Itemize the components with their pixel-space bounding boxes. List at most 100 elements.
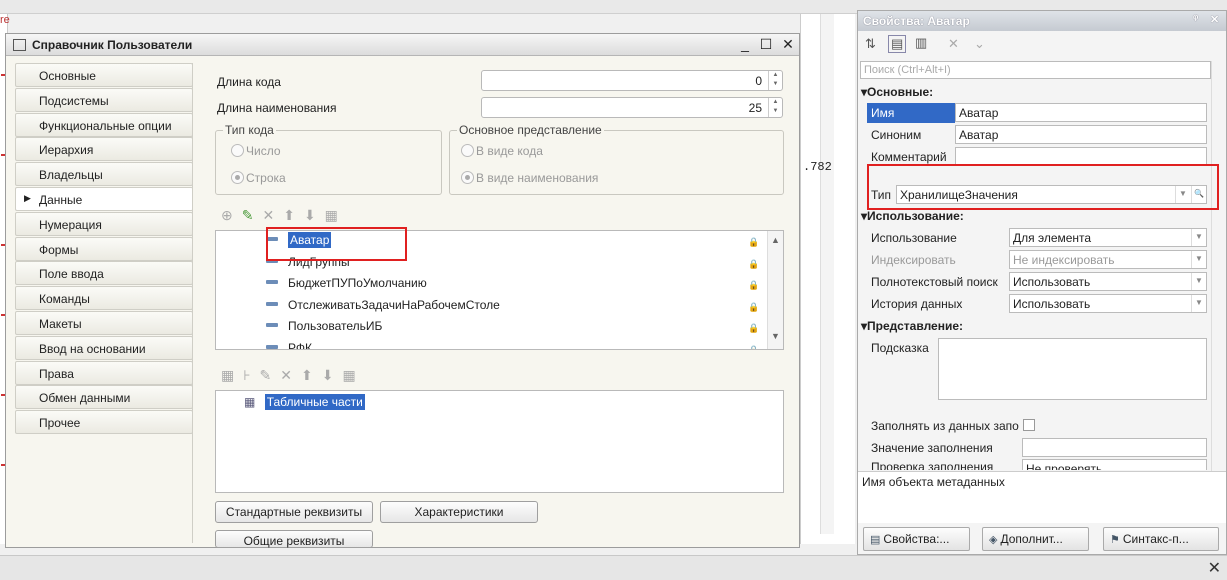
attribute-icon <box>266 301 278 306</box>
hint-label: Подсказка <box>871 341 929 355</box>
edit-icon[interactable]: ✎ <box>242 207 263 223</box>
sort-icon[interactable]: ▦ <box>325 207 347 223</box>
fill-from-checkbox[interactable] <box>1023 419 1035 431</box>
sidebar-item[interactable]: Формы <box>15 236 193 261</box>
table-icon <box>13 39 26 51</box>
usage-select[interactable]: Для элемента ▼ <box>1009 228 1207 247</box>
sidebar-item-label: Функциональные опции <box>39 118 172 133</box>
sidebar-item[interactable]: Иерархия <box>15 137 193 162</box>
close-icon[interactable]: ✕ <box>1210 13 1219 26</box>
sidebar-item[interactable]: Основные <box>15 63 193 87</box>
sidebar-item[interactable]: Права <box>15 360 193 385</box>
name-field[interactable]: Аватар <box>955 103 1207 122</box>
filter-icon[interactable]: ▥ <box>915 35 927 51</box>
tab-syntax[interactable]: ⚑ Синтакс-п... <box>1103 527 1219 551</box>
sidebar-item[interactable]: Макеты <box>15 310 193 335</box>
radio-by-code[interactable]: В виде кода <box>461 144 543 158</box>
properties-scrollbar[interactable] <box>1211 61 1226 509</box>
tab-additional[interactable]: ◈ Дополнит... <box>982 527 1089 551</box>
sidebar-divider <box>192 63 193 543</box>
categories-icon[interactable]: ▤ <box>888 35 907 53</box>
radio-string[interactable]: Строка <box>231 171 286 185</box>
sidebar-item[interactable]: Нумерация <box>15 211 193 236</box>
close-icon[interactable]: ✕ <box>1208 558 1221 578</box>
fulltext-select[interactable]: Использовать ▼ <box>1009 272 1207 291</box>
tabular-tree[interactable]: ▦ Табличные части <box>215 390 784 493</box>
add-column-icon[interactable]: ⊦ <box>243 367 259 383</box>
synonym-field[interactable]: Аватар <box>955 125 1207 144</box>
sidebar-item[interactable]: Функциональные опции <box>15 112 193 137</box>
sidebar-item-label: Основные <box>39 69 96 83</box>
sidebar-item-label: Формы <box>39 242 79 257</box>
add-icon[interactable]: ⊕ <box>221 207 242 223</box>
common-attributes-button[interactable]: Общие реквизиты <box>215 530 373 548</box>
history-select[interactable]: Использовать ▼ <box>1009 294 1207 313</box>
name-label: Имя <box>871 106 895 120</box>
move-down-icon[interactable]: ⬇ <box>304 207 325 223</box>
lock-icon: 🔒 <box>748 323 760 333</box>
move-up-icon[interactable]: ⬆ <box>301 367 322 383</box>
fill-check-select[interactable]: Не проверять <box>1022 459 1207 470</box>
radio-by-name[interactable]: В виде наименования <box>461 171 598 185</box>
fill-value-field[interactable] <box>1022 438 1207 457</box>
attribute-row[interactable]: ОтслеживатьЗадачиНаРабочемСтоле <box>266 298 500 318</box>
delete-icon[interactable]: ✕ <box>280 367 301 383</box>
sidebar-item[interactable]: ▶ Данные <box>15 186 193 211</box>
move-down-icon[interactable]: ⬇ <box>322 367 343 383</box>
edit-icon[interactable]: ✎ <box>260 367 281 383</box>
add-table-icon[interactable]: ▦ <box>221 367 243 383</box>
section-basic[interactable]: ▾Основные: <box>861 85 933 99</box>
close-button[interactable]: ✕ <box>779 36 797 53</box>
editor-scrollbar[interactable] <box>820 14 834 534</box>
code-length-field[interactable]: 0 ▲ ▼ <box>481 70 783 91</box>
sort-icon[interactable]: ▦ <box>342 367 364 383</box>
maximize-button[interactable]: ☐ <box>757 36 775 53</box>
sidebar-item-label: Обмен данными <box>39 391 131 406</box>
section-repr[interactable]: ▾Представление: <box>861 319 963 333</box>
minimize-button[interactable]: _ <box>736 36 754 52</box>
move-up-icon[interactable]: ⬆ <box>283 207 304 223</box>
sidebar-item-label: Подсистемы <box>39 93 109 108</box>
attribute-row[interactable]: БюджетПУПоУмолчанию <box>266 276 427 296</box>
bottom-bar: ✕ <box>0 555 1227 580</box>
attribute-label: РФК <box>288 340 312 350</box>
properties-panel: Свойства: Аватар ᵠ ✕ ⇅ ▤ ▥ ✕ ⌄ Поиск (Ct… <box>857 10 1227 555</box>
window-titlebar[interactable]: Справочник Пользователи _ ☐ ✕ <box>6 34 799 56</box>
characteristics-button[interactable]: Характеристики <box>380 501 538 523</box>
section-usage[interactable]: ▾Использование: <box>861 209 964 223</box>
attribute-label: ОтслеживатьЗадачиНаРабочемСтоле <box>288 297 500 312</box>
sidebar-item[interactable]: Поле ввода <box>15 261 193 286</box>
attribute-label: БюджетПУПоУмолчанию <box>288 276 427 290</box>
clear-icon[interactable]: ✕ <box>948 36 959 52</box>
pin-icon[interactable]: ᵠ <box>1193 13 1198 25</box>
radio-number[interactable]: Число <box>231 144 281 158</box>
properties-search[interactable]: Поиск (Ctrl+Alt+I) <box>860 61 1211 79</box>
attribute-row[interactable]: ПользовательИБ <box>266 319 382 339</box>
spin-icon[interactable]: ▲ ▼ <box>768 98 782 117</box>
sidebar-item[interactable]: Владельцы <box>15 162 193 187</box>
sidebar-item[interactable]: Прочее <box>15 410 193 435</box>
sort-alpha-icon[interactable]: ⇅ <box>865 36 876 52</box>
sidebar-item[interactable]: Обмен данными <box>15 385 193 410</box>
tabular-root[interactable]: ▦ Табличные части <box>244 394 365 410</box>
hint-field[interactable] <box>938 338 1207 400</box>
tree-scrollbar[interactable]: ▲ ▼ <box>767 231 783 349</box>
name-length-field[interactable]: 25 ▲ ▼ <box>481 97 783 118</box>
delete-icon[interactable]: ✕ <box>262 207 283 223</box>
sidebar-item[interactable]: Ввод на основании <box>15 335 193 360</box>
std-attributes-button[interactable]: Стандартные реквизиты <box>215 501 373 523</box>
index-select[interactable]: Не индексировать ▼ <box>1009 250 1207 269</box>
chevron-down-icon[interactable]: ⌄ <box>974 36 985 52</box>
spin-icon[interactable]: ▲ ▼ <box>768 71 782 90</box>
attribute-row[interactable]: РФК <box>266 340 312 350</box>
sidebar-item[interactable]: Команды <box>15 286 193 311</box>
name-length-value: 25 <box>748 101 762 115</box>
sidebar-item-label: Ввод на основании <box>39 341 146 356</box>
highlight-box <box>266 227 407 261</box>
properties-title[interactable]: Свойства: Аватар ᵠ ✕ <box>858 11 1226 31</box>
tab-properties[interactable]: ▤ Свойства:... <box>863 527 970 551</box>
sidebar-item-label: Владельцы <box>39 168 103 183</box>
sidebar-item[interactable]: Подсистемы <box>15 87 193 112</box>
comment-label: Комментарий <box>871 150 947 164</box>
highlight-box <box>867 164 1219 210</box>
